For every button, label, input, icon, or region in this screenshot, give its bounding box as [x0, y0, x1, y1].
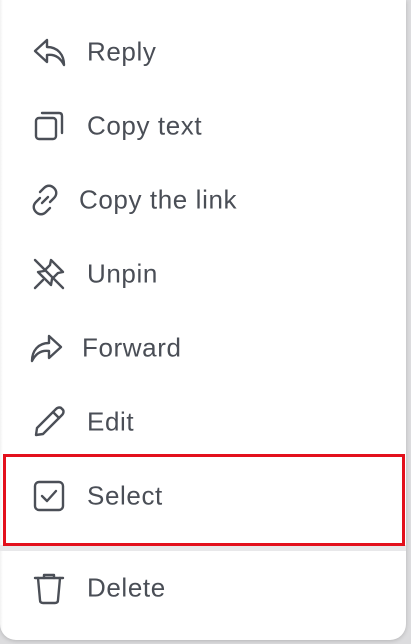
- menu-item-forward[interactable]: Forward: [0, 311, 406, 385]
- menu-item-label: Edit: [87, 406, 135, 437]
- copy-icon: [30, 107, 68, 145]
- pencil-icon: [30, 403, 68, 441]
- menu-item-unpin[interactable]: Unpin: [0, 237, 406, 311]
- message-context-menu: Reply Copy text Copy the link Unpin Forw…: [0, 0, 406, 640]
- menu-item-label: Forward: [82, 332, 182, 363]
- unpin-icon: [30, 255, 68, 293]
- forward-icon: [28, 329, 66, 367]
- menu-item-select[interactable]: Select: [0, 459, 406, 533]
- menu-item-copy-text[interactable]: Copy text: [0, 89, 406, 163]
- menu-item-edit[interactable]: Edit: [0, 385, 406, 459]
- menu-item-delete[interactable]: Delete: [0, 551, 406, 625]
- menu-item-label: Reply: [87, 36, 157, 67]
- menu-item-label: Select: [87, 480, 163, 511]
- link-icon: [26, 181, 64, 219]
- menu-item-label: Copy text: [87, 110, 203, 141]
- menu-item-reply[interactable]: Reply: [0, 15, 406, 89]
- menu-item-label: Unpin: [87, 258, 158, 289]
- menu-item-copy-link[interactable]: Copy the link: [0, 163, 406, 237]
- checkbox-icon: [30, 477, 68, 515]
- menu-item-label: Delete: [87, 572, 166, 603]
- menu-item-label: Copy the link: [79, 184, 238, 215]
- reply-icon: [30, 33, 68, 71]
- trash-icon: [30, 569, 68, 607]
